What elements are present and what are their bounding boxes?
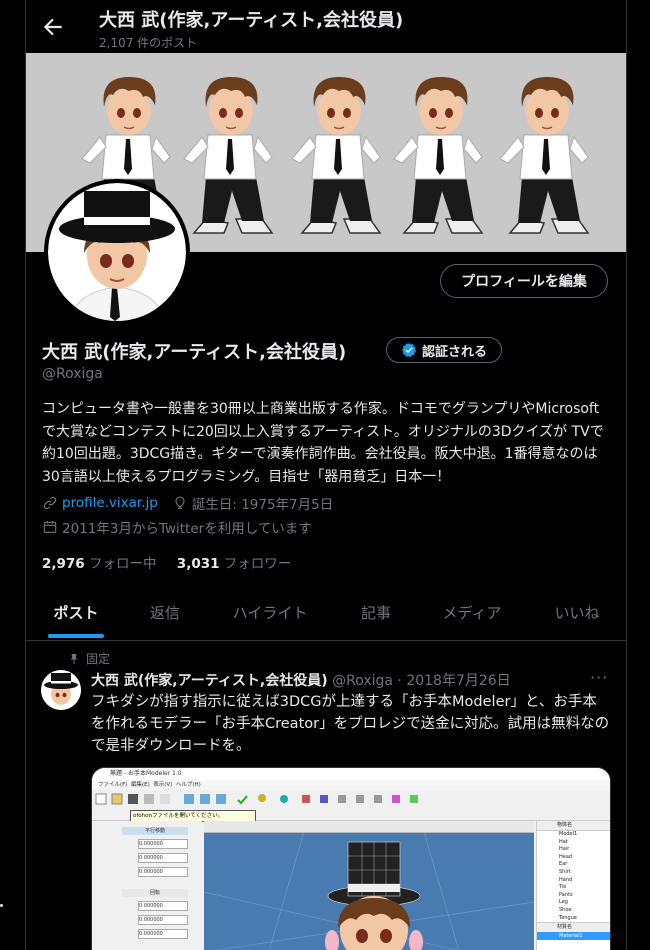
verified-check-icon [401, 343, 416, 358]
media-value-rx: 0.000000 [138, 901, 188, 911]
media-viewport-toolbar [204, 821, 534, 833]
media-3d-model [204, 832, 534, 950]
media-panel-move: 平行移動 [122, 827, 188, 835]
media-value-z: 0.000000 [138, 867, 188, 877]
verified-badge-button[interactable]: 認証される [386, 337, 502, 363]
profile-handle: @Roxiga [42, 366, 103, 382]
media-object-9: Leg [559, 899, 568, 906]
profile-tabs: ポスト 返信 ハイライト 記事 メディア いいね [26, 587, 626, 641]
media-objects-header: 物体名 [537, 821, 610, 831]
tab-articles[interactable]: 記事 [336, 587, 416, 640]
media-left-panel: 平行移動 0.000000 0.000000 0.000000 回転 0.000… [92, 821, 202, 950]
media-menu-file: ファイル(F) [98, 782, 128, 788]
followers-label: フォロワー [223, 556, 292, 572]
post-header: 大西 武(作家,アーティスト,会社役員) @Roxiga · 2018年7月26… [91, 670, 511, 690]
post-avatar-image [41, 670, 81, 710]
media-value-rz: 0.000000 [138, 929, 188, 939]
balloon-icon [175, 496, 185, 509]
profile-bio: コンピュータ書や一般書を30冊以上商業出版する作家。ドコモでグランプリやMicr… [42, 401, 604, 485]
media-value-y: 0.000000 [138, 853, 188, 863]
profile-column: 大西 武(作家,アーティスト,会社役員) 2,107 件のポスト プロフィールを… [25, 0, 627, 950]
media-object-6: Hand [559, 876, 573, 883]
media-object-3: Head [559, 853, 573, 860]
profile-link[interactable]: profile.vixar.jp [62, 495, 158, 511]
media-object-4: Ear [559, 861, 568, 868]
profile-birthday: 誕生日: 1975年7月5日 [191, 497, 334, 513]
profile-name: 大西 武(作家,アーティスト,会社役員) [42, 342, 347, 363]
media-object-list: 物体名 Model1 Hat Hair Head Ear Shirt Hand … [536, 821, 610, 950]
tab-highlights[interactable]: ハイライト [204, 587, 336, 640]
following-count: 2,976 [42, 556, 85, 572]
edge-dot [0, 904, 3, 907]
profile-avatar[interactable] [44, 179, 190, 325]
pinned-indicator: 固定 [68, 650, 110, 667]
media-menu-edit: 編集(E) [130, 782, 150, 788]
follow-stats: 2,976 フォロー中 3,031 フォロワー [42, 552, 291, 572]
media-material-header: 材質名 [537, 922, 610, 933]
media-object-10: Shoe [559, 906, 572, 913]
following-label: フォロー中 [89, 556, 157, 572]
top-bar: 大西 武(作家,アーティスト,会社役員) 2,107 件のポスト [26, 0, 626, 53]
media-object-0: Model1 [559, 831, 578, 837]
media-value-x: 0.000000 [138, 839, 188, 849]
media-object-1: Hat [559, 838, 568, 845]
verified-label: 認証される [421, 344, 487, 360]
media-object-5: Shirt [559, 868, 571, 875]
post-handle-date[interactable]: @Roxiga · 2018年7月26日 [332, 673, 511, 689]
profile-meta-row: profile.vixar.jp 誕生日: 1975年7月5日 [42, 493, 333, 513]
tab-replies[interactable]: 返信 [126, 587, 204, 640]
profile-joined-row: 2011年3月からTwitterを利用しています [42, 517, 312, 537]
calendar-icon [43, 521, 57, 533]
media-object-7: Tie [559, 884, 567, 891]
media-object-2: Hair [559, 846, 570, 853]
tab-media[interactable]: メディア [416, 587, 528, 640]
post-author-name[interactable]: 大西 武(作家,アーティスト,会社役員) [91, 673, 328, 689]
link-icon [43, 496, 57, 510]
more-options-icon[interactable]: ··· [590, 668, 608, 687]
media-object-8: Pants [559, 891, 573, 898]
tab-posts[interactable]: ポスト [26, 587, 126, 640]
post-text: フキダシが指す指示に従えば3DCGが上達する「お手本Modeler」と、お手本を… [91, 694, 610, 754]
profile-joined: 2011年3月からTwitterを利用しています [62, 521, 312, 537]
tab-likes[interactable]: いいね [528, 587, 626, 640]
pin-icon [70, 653, 78, 664]
media-menu-help: ヘルプ(H) [175, 782, 201, 788]
post-media-image[interactable]: 無題 - お手本Modeler 1.0 ファイル(F) 編集(E) 表示(V) … [91, 767, 611, 950]
followers-link[interactable]: 3,031 フォロワー [177, 556, 292, 572]
back-arrow-icon[interactable] [40, 14, 66, 40]
header-title: 大西 武(作家,アーティスト,会社役員) [99, 10, 404, 31]
post-author-avatar[interactable] [41, 670, 81, 710]
followers-count: 3,031 [176, 556, 220, 572]
edit-profile-button[interactable]: プロフィールを編集 [440, 264, 608, 298]
media-panel-rotate: 回転 [122, 889, 188, 897]
media-material-item: Material1 [537, 932, 610, 941]
media-viewport [204, 832, 534, 950]
media-window-title: 無題 - お手本Modeler 1.0 [92, 768, 610, 780]
post-count: 2,107 件のポスト [99, 36, 198, 50]
following-link[interactable]: 2,976 フォロー中 [42, 556, 157, 572]
media-object-11: Tongue [559, 914, 577, 921]
media-value-ry: 0.000000 [138, 915, 188, 925]
media-menu-view: 表示(V) [153, 782, 173, 788]
pinned-label: 固定 [86, 652, 111, 666]
media-menubar: ファイル(F) 編集(E) 表示(V) ヘルプ(H) [92, 780, 610, 790]
active-tab-indicator [48, 634, 104, 638]
avatar-image [48, 183, 186, 321]
